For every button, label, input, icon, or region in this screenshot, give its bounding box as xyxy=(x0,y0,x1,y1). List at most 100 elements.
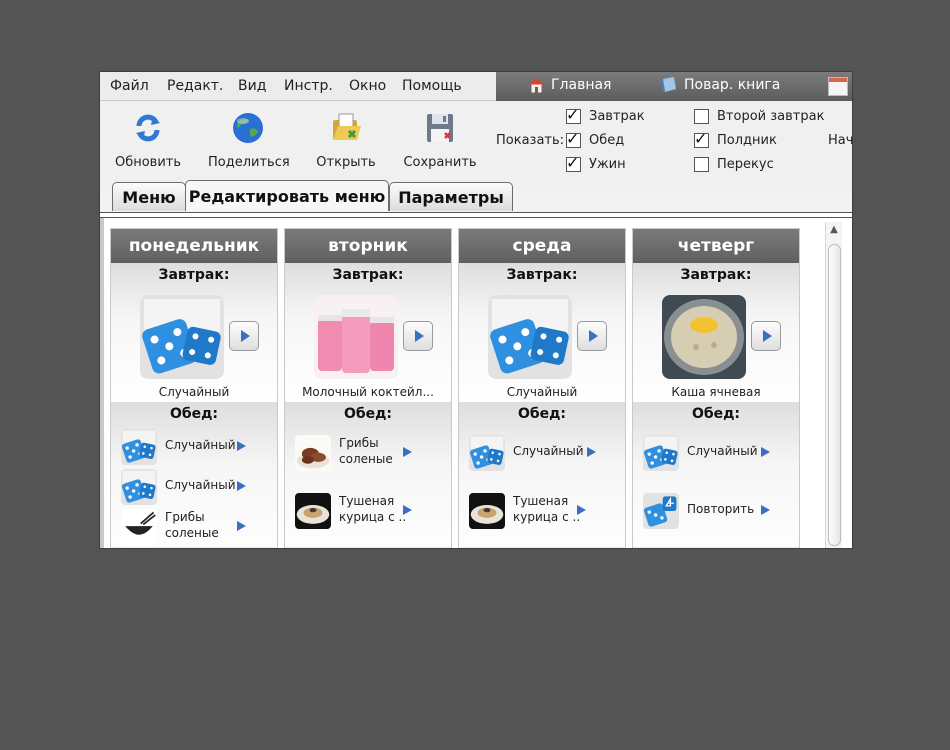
book-icon xyxy=(661,77,676,92)
lunch-dish-name: Тушеная курица с .. xyxy=(339,494,407,524)
lunch-dish-name: Тушеная курица с .. xyxy=(513,494,581,524)
lunch-dish-image xyxy=(643,435,679,471)
next-dish-button[interactable] xyxy=(751,321,781,351)
tab-edit-menu[interactable]: Редактировать меню xyxy=(185,180,389,211)
refresh-button[interactable]: Обновить xyxy=(114,111,182,170)
lunch-item[interactable]: Грибы соленые xyxy=(295,433,445,477)
checkbox-dinner[interactable]: Ужин xyxy=(566,153,626,172)
breakfast-label: Завтрак: xyxy=(332,267,404,283)
lunch-item[interactable]: Тушеная курица с .. xyxy=(295,491,445,535)
lunch-item[interactable]: Случайный xyxy=(643,433,793,477)
lunch-item[interactable]: Случайный xyxy=(469,433,619,477)
next-dish-arrow-icon[interactable] xyxy=(403,505,412,515)
breakfast-dish-image[interactable] xyxy=(140,295,224,379)
save-button[interactable]: Сохранить xyxy=(402,111,478,170)
checkbox-snack[interactable]: Перекус xyxy=(694,157,774,172)
save-icon xyxy=(427,114,453,142)
lunch-dish-image xyxy=(469,435,505,471)
lunch-item[interactable]: Грибы соленые xyxy=(121,507,271,548)
checkbox-label: Перекус xyxy=(717,157,774,172)
home-icon xyxy=(529,78,544,93)
next-dish-arrow-icon[interactable] xyxy=(403,447,412,457)
next-dish-arrow-icon[interactable] xyxy=(237,441,246,451)
checkbox-lunch[interactable]: Обед xyxy=(566,129,624,148)
breakfast-dish-name: Молочный коктейл... xyxy=(302,385,434,399)
breakfast-dish-image[interactable] xyxy=(314,295,398,379)
checkbox-breakfast[interactable]: Завтрак xyxy=(566,105,645,124)
lunch-dish-name: Случайный xyxy=(165,478,236,492)
menu-window[interactable]: Окно xyxy=(349,78,386,94)
nav-home[interactable]: Главная xyxy=(528,77,611,93)
dinner-section-edge xyxy=(285,547,451,548)
lunch-dish-image xyxy=(469,493,505,529)
app-window: Файл Редакт. Вид Инстр. Окно Помощь Глав… xyxy=(100,72,852,548)
day-column: четверг Завтрак: Каша ячневая Обед: Случайн… xyxy=(632,228,800,548)
next-dish-button[interactable] xyxy=(577,321,607,351)
toolbar: Обновить Поделиться Открыть Сохранить По… xyxy=(100,101,852,191)
day-header: четверг xyxy=(633,229,799,263)
scroll-up-icon[interactable]: ▲ xyxy=(826,222,842,238)
breakfast-dish-name: Случайный xyxy=(506,385,578,399)
lunch-item[interactable]: Тушеная курица с .. xyxy=(469,491,619,535)
day-column: понедельник Завтрак: Случайный Обед: Случай… xyxy=(110,228,278,548)
checkbox-box[interactable] xyxy=(694,129,709,148)
scroll-thumb[interactable] xyxy=(828,244,841,546)
lunch-dish-name: Повторить xyxy=(687,502,755,516)
checkbox-box[interactable] xyxy=(566,153,581,172)
start-label-truncated: Нач xyxy=(828,133,852,148)
share-button[interactable]: Поделиться xyxy=(208,111,290,170)
next-dish-button[interactable] xyxy=(403,321,433,351)
lunch-dish-name: Случайный xyxy=(513,444,584,458)
tab-menu[interactable]: Меню xyxy=(112,182,186,211)
menu-tools[interactable]: Инстр. xyxy=(284,78,333,94)
lunch-dish-name: Грибы соленые xyxy=(339,436,393,466)
breakfast-dish-image[interactable] xyxy=(662,295,746,379)
lunch-dish-name: Случайный xyxy=(165,438,236,452)
checkbox-label: Полдник xyxy=(717,133,777,148)
lunch-item[interactable]: Повторить xyxy=(643,491,793,535)
checkbox-box[interactable] xyxy=(566,129,581,148)
nav-cookbook[interactable]: Повар. книга xyxy=(660,77,780,93)
checkbox-box[interactable] xyxy=(694,157,709,172)
checkbox-afternoon-snack[interactable]: Полдник xyxy=(694,129,777,148)
share-label: Поделиться xyxy=(208,155,290,170)
lunch-dish-image xyxy=(121,469,157,505)
next-dish-arrow-icon[interactable] xyxy=(237,481,246,491)
save-label: Сохранить xyxy=(403,155,477,170)
open-button[interactable]: Открыть xyxy=(314,111,378,170)
next-dish-arrow-icon[interactable] xyxy=(587,447,596,457)
nav-cookbook-label: Повар. книга xyxy=(684,77,781,93)
menu-edit[interactable]: Редакт. xyxy=(167,78,223,94)
lunch-dish-image xyxy=(121,509,157,545)
next-dish-arrow-icon[interactable] xyxy=(761,447,770,457)
next-dish-arrow-icon[interactable] xyxy=(761,505,770,515)
next-dish-arrow-icon[interactable] xyxy=(577,505,586,515)
dinner-section-edge xyxy=(459,547,625,548)
menu-file[interactable]: Файл xyxy=(110,78,149,94)
lunch-item[interactable]: Случайный xyxy=(121,427,271,471)
lunch-item[interactable]: Случайный xyxy=(121,467,271,511)
day-header: вторник xyxy=(285,229,451,263)
day-header: понедельник xyxy=(111,229,277,263)
refresh-icon xyxy=(136,114,160,142)
checkbox-second-breakfast[interactable]: Второй завтрак xyxy=(694,109,824,124)
menu-view[interactable]: Вид xyxy=(238,78,266,94)
menu-help[interactable]: Помощь xyxy=(402,78,462,94)
vertical-scrollbar[interactable]: ▲ xyxy=(825,222,842,548)
breakfast-dish-image[interactable] xyxy=(488,295,572,379)
lunch-label: Обед: xyxy=(517,406,567,422)
nav-bar: Главная Повар. книга xyxy=(496,72,852,101)
next-dish-arrow-icon[interactable] xyxy=(237,521,246,531)
tab-settings[interactable]: Параметры xyxy=(389,182,513,211)
calendar-icon[interactable] xyxy=(828,77,848,96)
checkbox-box[interactable] xyxy=(694,109,709,124)
checkbox-box[interactable] xyxy=(566,105,581,124)
show-label: Показать: xyxy=(496,133,565,148)
breakfast-label: Завтрак: xyxy=(158,267,230,283)
breakfast-dish-name: Случайный xyxy=(158,385,230,399)
next-dish-button[interactable] xyxy=(229,321,259,351)
checkbox-label: Ужин xyxy=(589,157,626,172)
lunch-label: Обед: xyxy=(691,406,741,422)
lunch-label: Обед: xyxy=(343,406,393,422)
dinner-section-edge xyxy=(633,547,799,548)
